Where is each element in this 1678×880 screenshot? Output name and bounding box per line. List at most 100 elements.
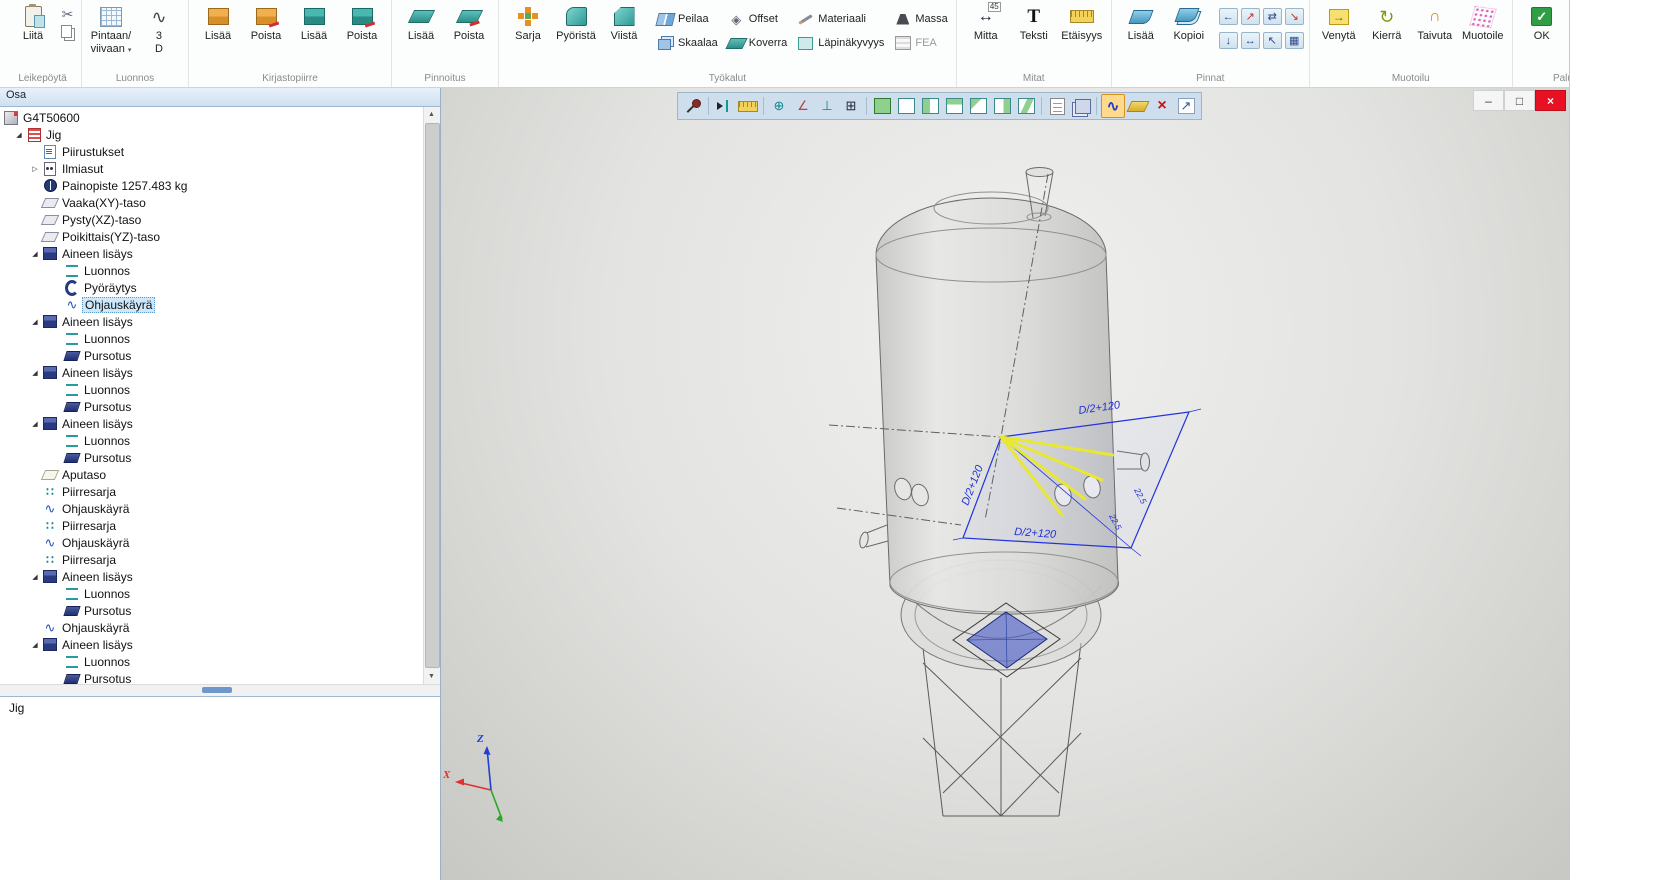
expander-icon[interactable]: ◢ [30, 573, 40, 581]
shape-button[interactable]: Muotoile [1459, 2, 1507, 43]
tree-item-add-material[interactable]: ◢Aineen lisäys [0, 415, 424, 432]
snap-center-icon[interactable]: ⊕ [768, 95, 790, 117]
expander-icon[interactable]: ◢ [30, 420, 40, 428]
tree-item-appearances[interactable]: ▷Ilmiasut [0, 160, 424, 177]
tree-item-feature-series[interactable]: ∷Piirresarja [0, 517, 424, 534]
3d-scene[interactable]: D/2+120 D/2+120 D/2+120 22.5 22.5 Z X [441, 88, 1569, 880]
fea-button[interactable]: FEA [891, 32, 950, 54]
snap-angle-icon[interactable]: ∠ [792, 95, 814, 117]
transparency-button[interactable]: Läpinäkyvyys [794, 32, 887, 54]
coating-delete-button[interactable]: Poista [445, 2, 493, 43]
restore-button[interactable]: □ [1504, 90, 1535, 111]
export-view-icon[interactable]: ↗ [1175, 95, 1197, 117]
tree-item-guide-curve-selected[interactable]: ∿Ohjauskäyrä [0, 296, 424, 313]
tree-item-xz-plane[interactable]: Pysty(XZ)-taso [0, 211, 424, 228]
tree-item-extrude[interactable]: Pursotus [0, 347, 424, 364]
snap-perpendicular-icon[interactable]: ⊥ [816, 95, 838, 117]
measure-button[interactable]: 45↔ Mitta [962, 2, 1010, 43]
face-offset-icon[interactable]: ↘ [1285, 8, 1304, 25]
tree-item-jig[interactable]: ◢Jig [0, 126, 424, 143]
tree-item-sketch[interactable]: Luonnos [0, 585, 424, 602]
wireframe-view-icon[interactable] [895, 95, 917, 117]
series-button[interactable]: Sarja [504, 2, 552, 43]
text-button[interactable]: T Teksti [1010, 2, 1058, 43]
pick-filter-icon[interactable]: ⊞ [840, 95, 862, 117]
layers-icon[interactable] [1070, 95, 1092, 117]
mass-button[interactable]: Massa [891, 8, 950, 30]
tree-item-add-material[interactable]: ◢Aineen lisäys [0, 636, 424, 653]
expander-icon[interactable]: ◢ [30, 250, 40, 258]
surface-copy-button[interactable]: Kopioi [1165, 2, 1213, 43]
face-trim-icon[interactable]: ↗ [1241, 8, 1260, 25]
expander-icon[interactable]: ◢ [30, 369, 40, 377]
face-swap-icon[interactable]: ↔ [1241, 32, 1260, 49]
sketch-on-surface-button[interactable]: Pintaan/ viivaan ▾ [87, 2, 135, 55]
chamfer-button[interactable]: Viistä [600, 2, 648, 43]
scroll-down-icon[interactable]: ▼ [424, 669, 439, 684]
offset-button[interactable]: ◈ Offset [725, 8, 791, 30]
tree-item-extrude[interactable]: Pursotus [0, 398, 424, 415]
tree-item-extrude[interactable]: Pursotus [0, 602, 424, 619]
tree-item-drawings[interactable]: Piirustukset [0, 143, 424, 160]
face-move-left-icon[interactable]: ← [1219, 8, 1238, 25]
ok-button[interactable]: ✓ OK [1518, 2, 1566, 43]
feature-list-icon[interactable] [1046, 95, 1068, 117]
expander-icon[interactable]: ◢ [14, 131, 24, 139]
model-viewport[interactable]: ⊕ ∠ ⊥ ⊞ ∿ × ↗ [441, 88, 1569, 880]
left-face-view-icon[interactable] [919, 95, 941, 117]
library-add2-button[interactable]: Lisää [290, 2, 338, 43]
tree-item-add-material[interactable]: ◢Aineen lisäys [0, 313, 424, 330]
expander-icon[interactable]: ◢ [30, 318, 40, 326]
distance-button[interactable]: Etäisyys [1058, 2, 1106, 43]
expander-icon[interactable]: ◢ [30, 641, 40, 649]
mirror-button[interactable]: Peilaa [654, 8, 721, 30]
cursor-snap-icon[interactable] [713, 95, 735, 117]
scroll-up-icon[interactable]: ▲ [424, 107, 439, 122]
guide-curve-tool-icon[interactable]: ∿ [1101, 94, 1125, 118]
tree-item-guide-curve[interactable]: ∿Ohjauskäyrä [0, 619, 424, 636]
library-add-button[interactable]: Lisää [194, 2, 242, 43]
exit-button[interactable]: × Poistu [1566, 2, 1570, 43]
bend-button[interactable]: ∩ Taivuta [1411, 2, 1459, 43]
tree-item-extrude[interactable]: Pursotus [0, 449, 424, 466]
tree-item-aux-plane[interactable]: Aputaso [0, 466, 424, 483]
library-delete2-button[interactable]: Poista [338, 2, 386, 43]
face-back-icon[interactable]: ↖ [1263, 32, 1282, 49]
measure-tool-icon[interactable] [737, 95, 759, 117]
section-view-icon[interactable] [1015, 95, 1037, 117]
copy-button[interactable] [59, 25, 76, 41]
tree-item-add-material[interactable]: ◢Aineen lisäys [0, 245, 424, 262]
coating-add-button[interactable]: Lisää [397, 2, 445, 43]
tree-item-extrude[interactable]: Pursotus [0, 670, 424, 684]
right-face-view-icon[interactable] [991, 95, 1013, 117]
corner-view-icon[interactable] [967, 95, 989, 117]
tree-item-feature-series[interactable]: ∷Piirresarja [0, 551, 424, 568]
close-button[interactable]: × [1535, 90, 1566, 111]
tree-item-part[interactable]: G4T50600 [0, 109, 424, 126]
scrollbar-thumb[interactable] [425, 123, 440, 668]
delete-tool-icon[interactable]: × [1151, 95, 1173, 117]
tree-item-add-material[interactable]: ◢Aineen lisäys [0, 568, 424, 585]
cut-icon[interactable]: ✂ [59, 6, 76, 22]
pin-icon[interactable] [682, 95, 704, 117]
scale-button[interactable]: Skaalaa [654, 32, 721, 54]
material-button[interactable]: Materiaali [794, 8, 887, 30]
tree-item-center-of-gravity[interactable]: Painopiste 1257.483 kg [0, 177, 424, 194]
tree-item-revolve[interactable]: Pyöräytys [0, 279, 424, 296]
plate-tool-icon[interactable] [1127, 95, 1149, 117]
tree-item-yz-plane[interactable]: Poikittais(YZ)-taso [0, 228, 424, 245]
tree-item-xy-plane[interactable]: Vaaka(XY)-taso [0, 194, 424, 211]
tree-item-guide-curve[interactable]: ∿Ohjauskäyrä [0, 500, 424, 517]
sketch-3d-button[interactable]: ∿ 3 D [135, 2, 183, 55]
fillet-button[interactable]: Pyöristä [552, 2, 600, 43]
library-delete-button[interactable]: Poista [242, 2, 290, 43]
surface-add-button[interactable]: Lisää [1117, 2, 1165, 43]
face-grid-icon[interactable]: ▦ [1285, 32, 1304, 49]
stretch-button[interactable]: → Venytä [1315, 2, 1363, 43]
face-extend-icon[interactable]: ↓ [1219, 32, 1238, 49]
expander-icon[interactable]: ▷ [30, 165, 40, 173]
tree-item-sketch[interactable]: Luonnos [0, 330, 424, 347]
tree-item-sketch[interactable]: Luonnos [0, 262, 424, 279]
scrollbar-thumb[interactable] [202, 687, 232, 693]
minimize-button[interactable]: – [1473, 90, 1504, 111]
